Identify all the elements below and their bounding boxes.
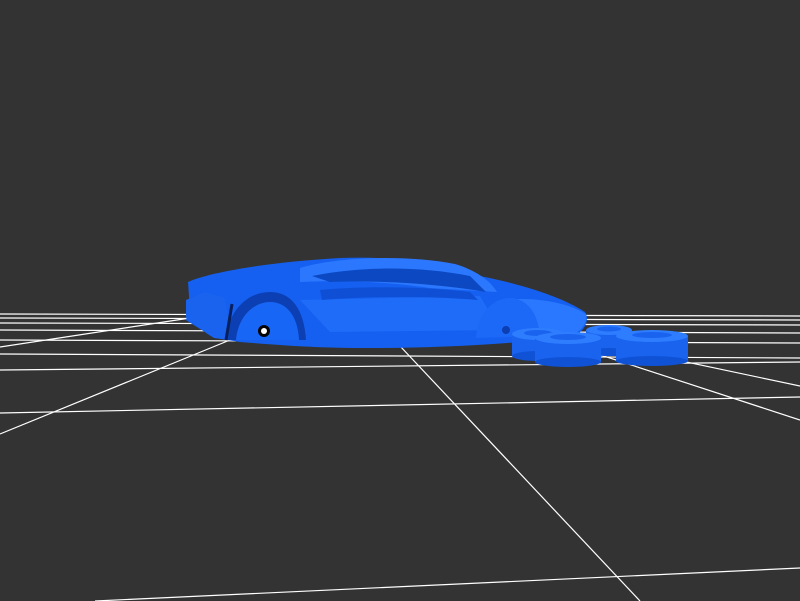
detached-wheels[interactable] [512, 325, 688, 367]
3d-scene[interactable] [0, 0, 800, 601]
front-axle-stub [502, 326, 510, 334]
wheel [535, 332, 601, 367]
rear-axle-hole-rim [261, 328, 267, 334]
car-side-crease [300, 296, 500, 332]
3d-viewport[interactable] [0, 0, 800, 601]
wheel [616, 330, 688, 366]
